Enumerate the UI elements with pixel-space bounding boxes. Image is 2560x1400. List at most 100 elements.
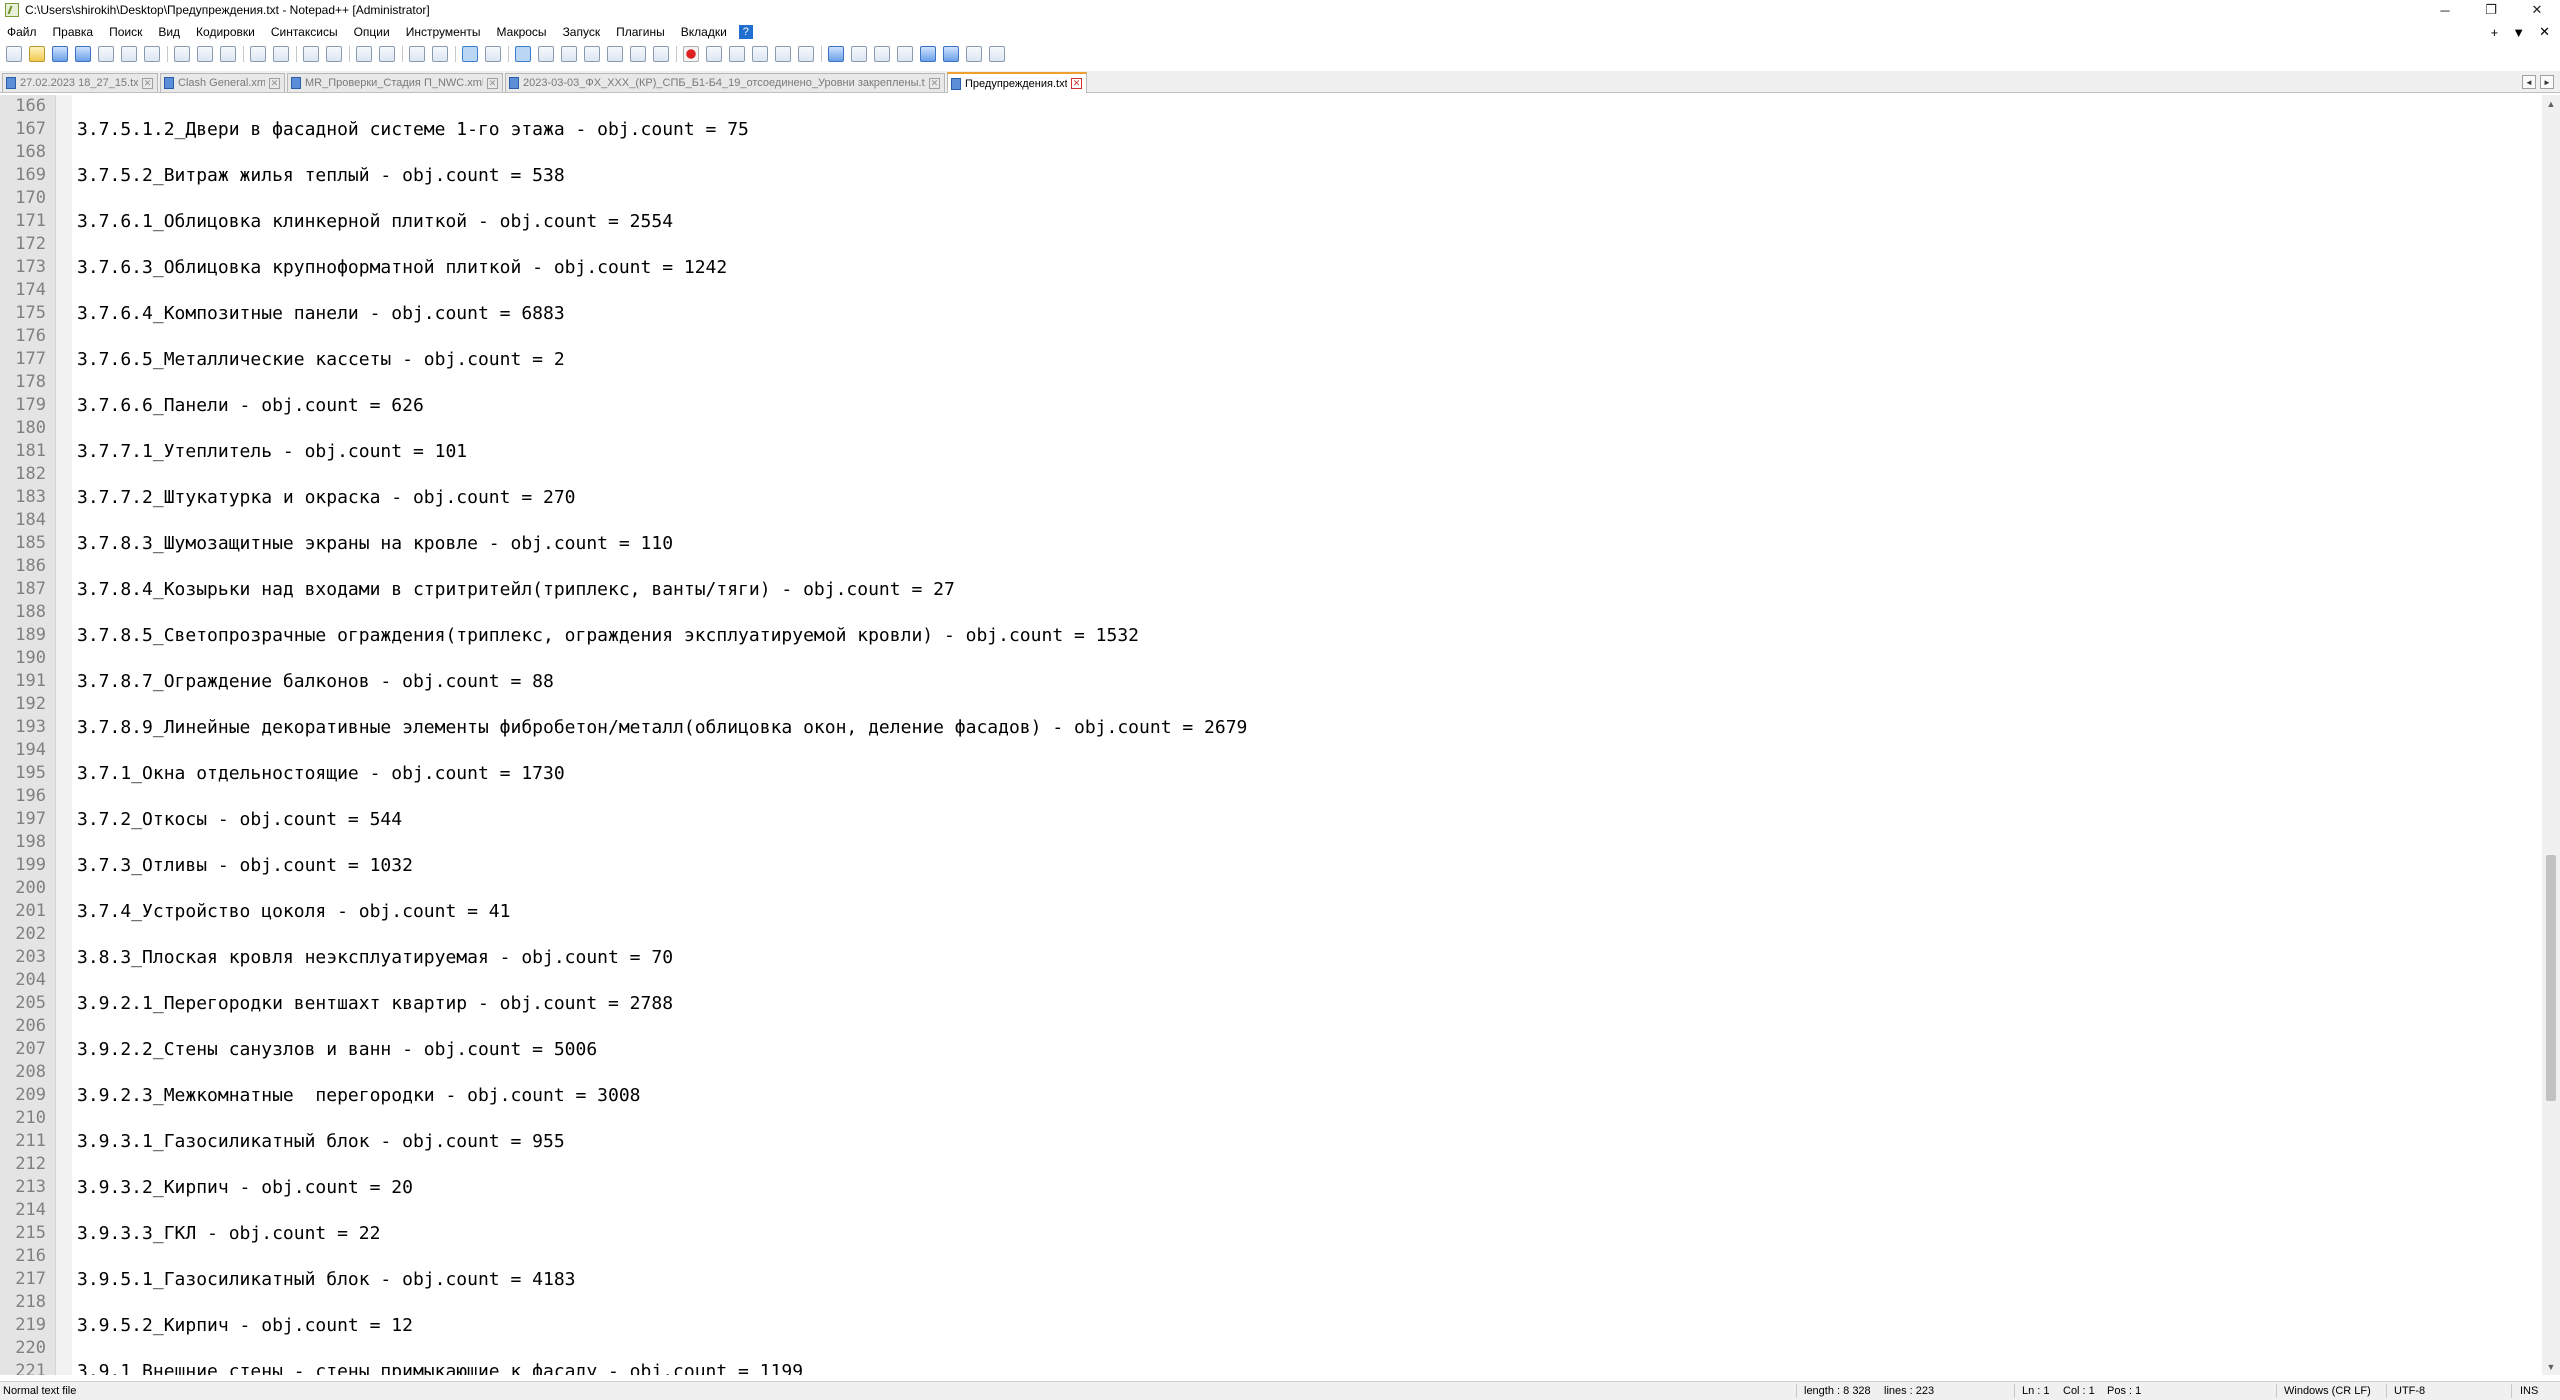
tab-scroll-right-icon[interactable]: ► bbox=[2540, 75, 2554, 89]
menu-item[interactable]: Вид bbox=[150, 25, 188, 39]
editor-line[interactable]: 177 3.7.6.5_Металлические кассеты - obj.c… bbox=[0, 348, 2530, 371]
editor-line[interactable]: 207 3.9.2.2_Стены санузлов и ванн - obj.c… bbox=[0, 1038, 2530, 1061]
editor-line[interactable]: 192 bbox=[0, 693, 2530, 716]
editor-line[interactable]: 166 bbox=[0, 95, 2530, 118]
document-list-icon[interactable] bbox=[653, 46, 669, 62]
menu-item[interactable]: Кодировки bbox=[188, 25, 263, 39]
save-all-icon[interactable] bbox=[75, 46, 91, 62]
editor-line[interactable]: 195 3.7.1_Окна отдельностоящие - obj.coun… bbox=[0, 762, 2530, 785]
editor-line[interactable]: 169 3.7.5.2_Витраж жилья теплый - obj.cou… bbox=[0, 164, 2530, 187]
macro-play-icon[interactable] bbox=[729, 46, 745, 62]
replace-icon[interactable] bbox=[326, 46, 342, 62]
menu-item[interactable]: Макросы bbox=[489, 25, 555, 39]
text-editor[interactable]: 166 167 3.7.5.1.2_Двери в фасадной системе… bbox=[0, 95, 2560, 1375]
editor-line[interactable]: 215 3.9.3.3_ГКЛ - obj.count = 22 bbox=[0, 1222, 2530, 1245]
compare-table-icon[interactable] bbox=[851, 46, 867, 62]
menu-item[interactable]: Синтаксисы bbox=[263, 25, 346, 39]
menu-item[interactable]: Инструменты bbox=[398, 25, 489, 39]
tab-document[interactable]: MR_Проверки_Стадия П_NWC.xml ✕ bbox=[287, 73, 503, 92]
macro-record-icon[interactable] bbox=[683, 46, 699, 62]
show-all-characters-icon[interactable] bbox=[485, 46, 501, 62]
editor-line[interactable]: 191 3.7.8.7_Ограждение балконов - obj.cou… bbox=[0, 670, 2530, 693]
editor-line[interactable]: 181 3.7.7.1_Утеплитель - obj.count = 101 bbox=[0, 440, 2530, 463]
editor-line[interactable]: 205 3.9.2.1_Перегородки вентшахт квартир … bbox=[0, 992, 2530, 1015]
editor-line[interactable]: 187 3.7.8.4_Козырьки над входами в стритр… bbox=[0, 578, 2530, 601]
sync-vertical-icon[interactable] bbox=[409, 46, 425, 62]
vertical-scrollbar[interactable]: ▲ ▼ bbox=[2542, 95, 2560, 1375]
last-diff-icon[interactable] bbox=[966, 46, 982, 62]
editor-line[interactable]: 212 bbox=[0, 1153, 2530, 1176]
editor-line[interactable]: 201 3.7.4_Устройство цоколя - obj.count =… bbox=[0, 900, 2530, 923]
editor-line[interactable]: 178 bbox=[0, 371, 2530, 394]
tab-close-icon[interactable]: ✕ bbox=[929, 77, 940, 89]
scroll-up-icon[interactable]: ▲ bbox=[2542, 95, 2560, 112]
editor-line[interactable]: 190 bbox=[0, 647, 2530, 670]
menu-item[interactable]: Опции bbox=[346, 25, 398, 39]
editor-line[interactable]: 210 bbox=[0, 1107, 2530, 1130]
print-icon[interactable] bbox=[144, 46, 160, 62]
new-file-icon[interactable] bbox=[6, 46, 22, 62]
macro-stop-icon[interactable] bbox=[706, 46, 722, 62]
save-icon[interactable] bbox=[52, 46, 68, 62]
editor-line[interactable]: 202 bbox=[0, 923, 2530, 946]
menu-item[interactable]: Плагины bbox=[608, 25, 673, 39]
minimize-button[interactable]: ─ bbox=[2422, 0, 2468, 20]
scrollbar-thumb[interactable] bbox=[2546, 855, 2556, 1101]
function-list-icon[interactable] bbox=[584, 46, 600, 62]
editor-line[interactable]: 199 3.7.3_Отливы - obj.count = 1032 bbox=[0, 854, 2530, 877]
next-diff-icon[interactable] bbox=[943, 46, 959, 62]
editor-line[interactable]: 189 3.7.8.5_Светопрозрачные ограждения(тр… bbox=[0, 624, 2530, 647]
editor-line[interactable]: 170 bbox=[0, 187, 2530, 210]
language-icon[interactable] bbox=[538, 46, 554, 62]
status-insert-mode[interactable]: INS bbox=[2520, 1382, 2538, 1400]
editor-line[interactable]: 197 3.7.2_Откосы - obj.count = 544 bbox=[0, 808, 2530, 831]
editor-line[interactable]: 221 3.9.1_Внешние стены - стены примыкающ… bbox=[0, 1360, 2530, 1375]
editor-line[interactable]: 186 bbox=[0, 555, 2530, 578]
editor-line[interactable]: 217 3.9.5.1_Газосиликатный блок - obj.cou… bbox=[0, 1268, 2530, 1291]
editor-line[interactable]: 196 bbox=[0, 785, 2530, 808]
editor-line[interactable]: 219 3.9.5.2_Кирпич - obj.count = 12 bbox=[0, 1314, 2530, 1337]
macro-save-icon[interactable] bbox=[775, 46, 791, 62]
close-document-icon[interactable]: ✕ bbox=[2539, 24, 2550, 40]
menu-item[interactable]: Поиск bbox=[101, 25, 150, 39]
clear-compare-icon[interactable] bbox=[897, 46, 913, 62]
sync-horizontal-icon[interactable] bbox=[432, 46, 448, 62]
menu-help-button[interactable]: ? bbox=[738, 25, 753, 39]
tab-document-active[interactable]: Предупреждения.txt ✕ bbox=[947, 72, 1087, 93]
editor-line[interactable]: 180 bbox=[0, 417, 2530, 440]
zoom-in-icon[interactable] bbox=[356, 46, 372, 62]
tab-close-icon[interactable]: ✕ bbox=[142, 77, 153, 89]
menu-item[interactable]: Правка bbox=[45, 25, 102, 39]
editor-line[interactable]: 173 3.7.6.3_Облицовка крупноформатной пли… bbox=[0, 256, 2530, 279]
indent-guide-icon[interactable] bbox=[515, 46, 531, 62]
editor-line[interactable]: 200 bbox=[0, 877, 2530, 900]
word-wrap-icon[interactable] bbox=[462, 46, 478, 62]
redo-icon[interactable] bbox=[273, 46, 289, 62]
editor-line[interactable]: 188 bbox=[0, 601, 2530, 624]
cut-icon[interactable] bbox=[174, 46, 190, 62]
editor-line[interactable]: 218 bbox=[0, 1291, 2530, 1314]
editor-line[interactable]: 206 bbox=[0, 1015, 2530, 1038]
menu-item[interactable]: Запуск bbox=[555, 25, 609, 39]
menu-item[interactable]: Файл bbox=[0, 25, 45, 39]
restore-button[interactable]: ❐ bbox=[2468, 0, 2514, 20]
editor-line[interactable]: 193 3.7.8.9_Линейные декоративные элемент… bbox=[0, 716, 2530, 739]
editor-line[interactable]: 208 bbox=[0, 1061, 2530, 1084]
editor-line[interactable]: 198 bbox=[0, 831, 2530, 854]
folder-as-workspace-icon[interactable] bbox=[607, 46, 623, 62]
compare-settings-icon[interactable] bbox=[874, 46, 890, 62]
macro-list-icon[interactable] bbox=[798, 46, 814, 62]
undo-icon[interactable] bbox=[250, 46, 266, 62]
close-file-icon[interactable] bbox=[98, 46, 114, 62]
tab-scroll-left-icon[interactable]: ◄ bbox=[2522, 75, 2536, 89]
editor-line[interactable]: 203 3.8.3_Плоская кровля неэксплуатируема… bbox=[0, 946, 2530, 969]
editor-line[interactable]: 185 3.7.8.3_Шумозащитные экраны на кровле… bbox=[0, 532, 2530, 555]
status-encoding[interactable]: UTF-8 bbox=[2394, 1382, 2425, 1400]
first-diff-icon[interactable] bbox=[920, 46, 936, 62]
editor-line[interactable]: 211 3.9.3.1_Газосиликатный блок - obj.cou… bbox=[0, 1130, 2530, 1153]
find-icon[interactable] bbox=[303, 46, 319, 62]
tab-document[interactable]: Clash General.xml ✕ bbox=[160, 73, 285, 92]
editor-line[interactable]: 167 3.7.5.1.2_Двери в фасадной системе 1-… bbox=[0, 118, 2530, 141]
tab-close-icon[interactable]: ✕ bbox=[1071, 78, 1082, 89]
new-tab-plus-icon[interactable]: + bbox=[2491, 25, 2499, 40]
